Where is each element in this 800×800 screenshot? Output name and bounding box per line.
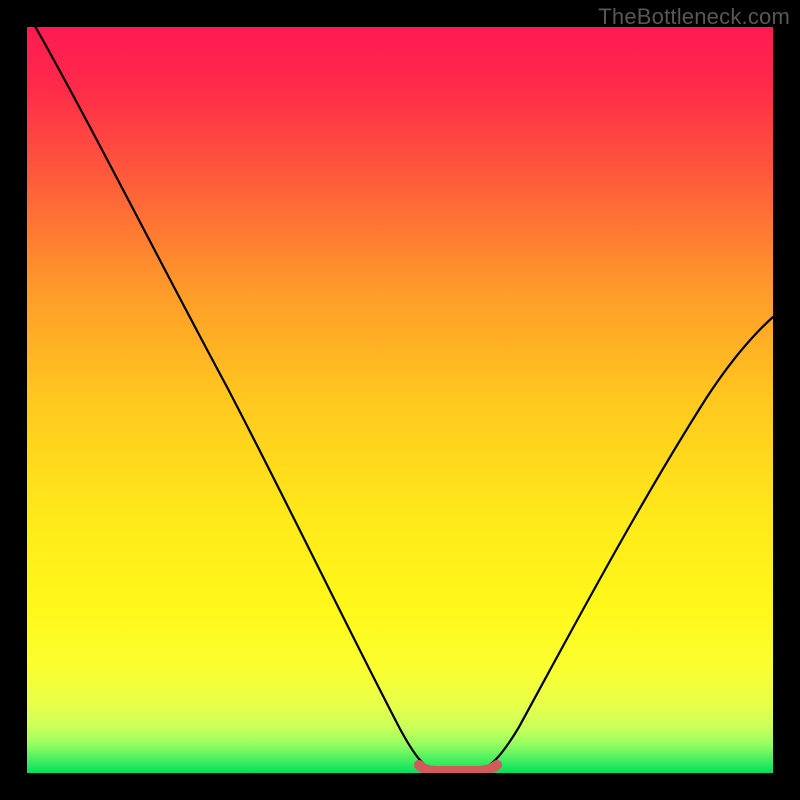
- chart-gradient-background: [27, 27, 773, 773]
- optimal-range-marker-right-dot: [492, 760, 502, 770]
- chart-svg: [27, 27, 773, 773]
- optimal-range-marker-left-dot: [414, 760, 424, 770]
- watermark-text: TheBottleneck.com: [598, 4, 790, 30]
- chart-plot-area: [27, 27, 773, 773]
